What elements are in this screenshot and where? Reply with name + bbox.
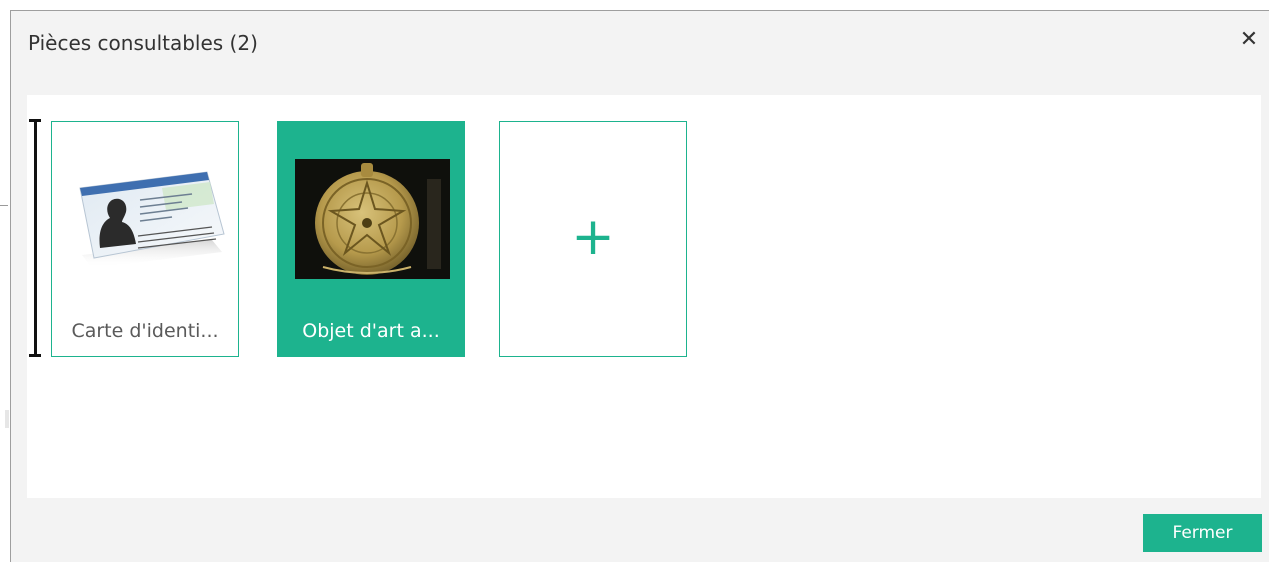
- piece-card-art-object[interactable]: Objet d'art a...: [277, 121, 465, 357]
- background-page-edge: [0, 205, 8, 206]
- dialog-title: Pièces consultables (2): [28, 31, 258, 55]
- pieces-panel: Carte d'identi... Objet d'art a... +: [27, 95, 1261, 498]
- close-dialog-button[interactable]: Fermer: [1143, 514, 1262, 552]
- add-piece-button[interactable]: +: [499, 121, 687, 357]
- piece-label: Objet d'art a...: [302, 320, 440, 342]
- astrolabe-image: [295, 159, 450, 279]
- id-card-image: [62, 160, 232, 280]
- plus-icon: +: [571, 207, 615, 267]
- piece-label: Carte d'identi...: [71, 320, 219, 342]
- close-icon[interactable]: ✕: [1237, 25, 1261, 53]
- text-cursor-icon: [29, 119, 41, 357]
- documents-dialog: Pièces consultables (2) ✕ Carte d'identi…: [10, 10, 1269, 562]
- background-page-edge: [5, 410, 9, 428]
- piece-card-id[interactable]: Carte d'identi...: [51, 121, 239, 357]
